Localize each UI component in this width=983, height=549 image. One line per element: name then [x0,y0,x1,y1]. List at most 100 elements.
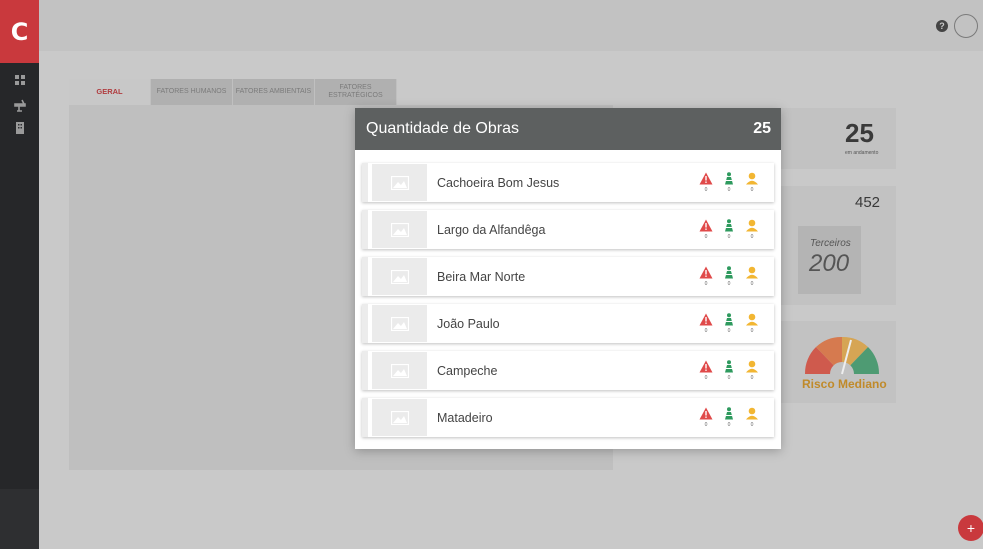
risk-label: Risco Mediano [802,377,887,391]
worker-count: 0 [727,422,731,428]
obra-indicators: 0 0 0 [698,407,760,428]
worker-icon [725,266,733,279]
help-icon[interactable]: ? [936,20,948,32]
warning-icon [699,360,713,373]
person-count: 0 [750,281,754,287]
obra-row[interactable]: Cachoeira Bom Jesus 0 0 0 [362,163,774,202]
person-icon [746,360,758,373]
worker-count: 0 [727,328,731,334]
person-count: 0 [750,328,754,334]
obra-indicators: 0 0 0 [698,219,760,240]
alert-count: 0 [704,422,708,428]
alert-indicator[interactable]: 0 [698,219,714,240]
alert-count: 0 [704,375,708,381]
alert-count: 0 [704,281,708,287]
tab-fatores-estrategicos[interactable]: FATORES ESTRATÉGICOS [315,79,397,105]
obra-thumbnail [372,399,427,436]
worker-indicator[interactable]: 0 [721,172,737,193]
person-count: 0 [750,187,754,193]
alert-count: 0 [704,328,708,334]
sidebar: C [0,0,39,549]
worker-count: 0 [727,281,731,287]
worker-count: 0 [727,187,731,193]
person-icon [746,172,758,185]
person-count: 0 [750,234,754,240]
top-bar [39,0,983,51]
tab-fatores-ambientais[interactable]: FATORES AMBIENTAIS [233,79,315,105]
obra-name: Campeche [437,363,498,378]
worker-icon [725,172,733,185]
warning-icon [699,172,713,185]
alert-indicator[interactable]: 0 [698,407,714,428]
app-logo[interactable]: C [0,0,39,63]
modal-header: Quantidade de Obras 25 [355,108,781,150]
obra-row[interactable]: Matadeiro 0 0 0 [362,398,774,437]
worker-indicator[interactable]: 0 [721,313,737,334]
modal-count: 25 [753,120,771,137]
obra-thumbnail [372,305,427,342]
obra-name: João Paulo [437,316,500,331]
image-placeholder-icon [390,222,409,237]
worker-indicator[interactable]: 0 [721,219,737,240]
alert-count: 0 [704,187,708,193]
person-indicator[interactable]: 0 [744,219,760,240]
person-icon [746,313,758,326]
crane-icon[interactable] [13,98,27,112]
image-placeholder-icon [390,410,409,425]
terceiros-label: Terceiros [810,238,851,249]
dashboard-icon[interactable] [13,73,27,87]
obra-row[interactable]: Beira Mar Norte 0 0 0 [362,257,774,296]
tab-geral[interactable]: GERAL [69,79,151,105]
worker-indicator[interactable]: 0 [721,266,737,287]
obra-indicators: 0 0 0 [698,266,760,287]
building-icon[interactable] [13,121,27,135]
worker-count: 0 [727,375,731,381]
obra-row[interactable]: Campeche 0 0 0 [362,351,774,390]
person-icon [746,219,758,232]
image-placeholder-icon [390,363,409,378]
alert-count: 0 [704,234,708,240]
obra-thumbnail [372,211,427,248]
person-indicator[interactable]: 0 [744,407,760,428]
warning-icon [699,219,713,232]
worker-icon [725,219,733,232]
risk-gauge [804,336,880,376]
person-indicator[interactable]: 0 [744,360,760,381]
person-icon [746,266,758,279]
alert-indicator[interactable]: 0 [698,266,714,287]
obra-name: Largo da Alfandêga [437,222,546,237]
obras-list: Cachoeira Bom Jesus 0 0 0 Largo da Alfan… [362,163,774,445]
add-button[interactable]: + [958,515,983,541]
obra-row[interactable]: Largo da Alfandêga 0 0 0 [362,210,774,249]
warning-icon [699,407,713,420]
worker-icon [725,407,733,420]
worker-indicator[interactable]: 0 [721,360,737,381]
obra-indicators: 0 0 0 [698,313,760,334]
person-count: 0 [750,375,754,381]
worker-indicator[interactable]: 0 [721,407,737,428]
person-indicator[interactable]: 0 [744,266,760,287]
person-indicator[interactable]: 0 [744,313,760,334]
obras-sub-label: em andamento [845,150,879,156]
terceiros-value: 200 [809,250,850,277]
workers-total: 452 [855,194,881,211]
tab-bar: GERAL FATORES HUMANOS FATORES AMBIENTAIS… [69,79,397,105]
obra-name: Beira Mar Norte [437,269,526,284]
alert-indicator[interactable]: 0 [698,313,714,334]
worker-count: 0 [727,234,731,240]
user-avatar-icon[interactable] [954,14,978,38]
person-indicator[interactable]: 0 [744,172,760,193]
obra-thumbnail [372,352,427,389]
obra-indicators: 0 0 0 [698,172,760,193]
person-icon [746,407,758,420]
alert-indicator[interactable]: 0 [698,360,714,381]
obra-row[interactable]: João Paulo 0 0 0 [362,304,774,343]
person-count: 0 [750,422,754,428]
obra-thumbnail [372,258,427,295]
tab-fatores-humanos[interactable]: FATORES HUMANOS [151,79,233,105]
image-placeholder-icon [390,316,409,331]
warning-icon [699,313,713,326]
alert-indicator[interactable]: 0 [698,172,714,193]
obra-thumbnail [372,164,427,201]
obras-card[interactable] [781,108,896,169]
